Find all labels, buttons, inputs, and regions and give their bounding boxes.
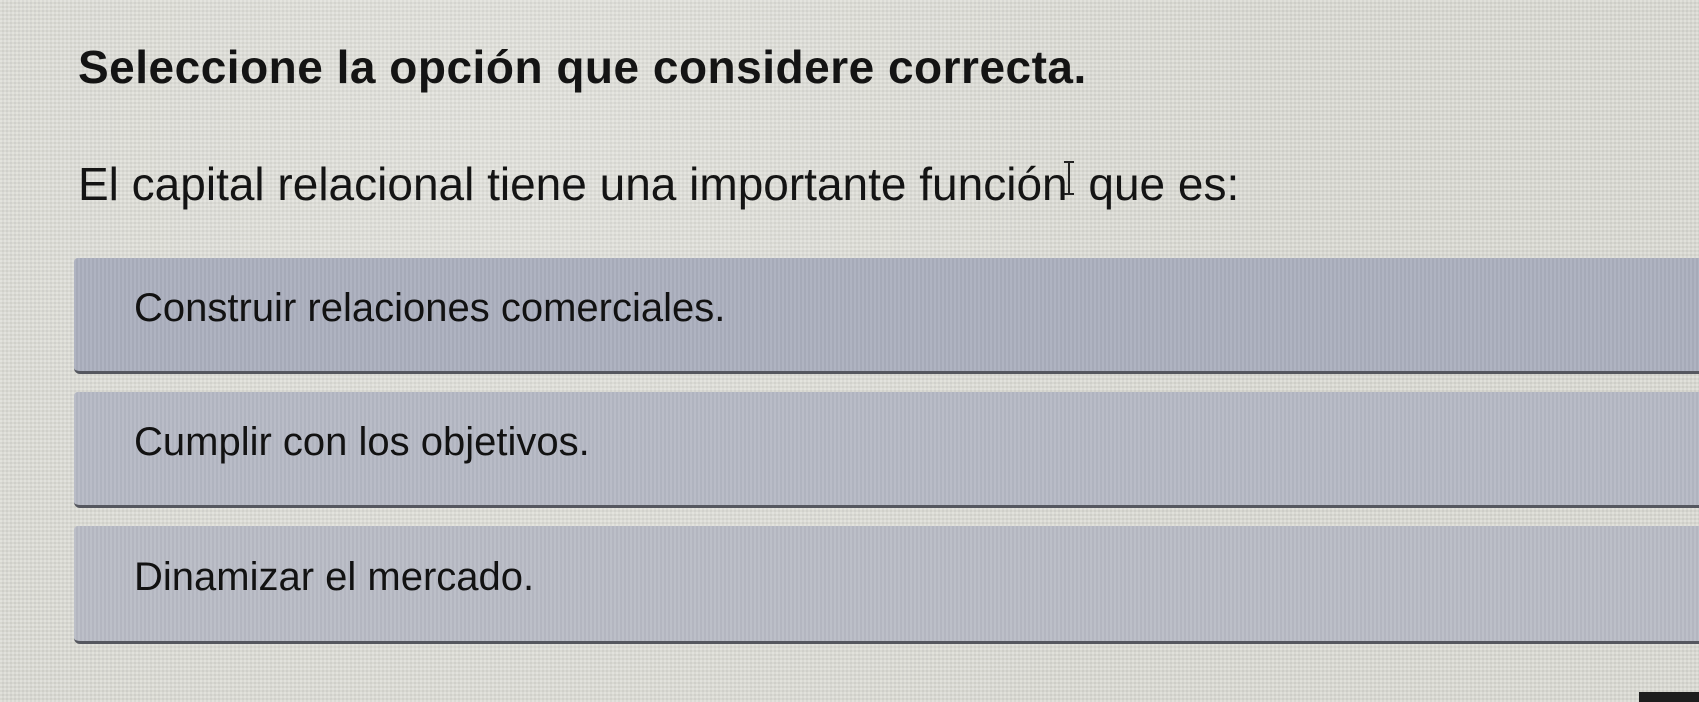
answer-option-1[interactable]: Construir relaciones comerciales. (74, 258, 1699, 374)
answer-option-label: Cumplir con los objetivos. (134, 420, 590, 464)
question-instruction: Seleccione la opción que considere corre… (78, 41, 1087, 93)
answer-option-2[interactable]: Cumplir con los objetivos. (74, 392, 1699, 508)
answer-option-label: Dinamizar el mercado. (134, 555, 535, 599)
answer-option-label: Construir relaciones comerciales. (134, 286, 726, 330)
question-block: Seleccione la opción que considere corre… (78, 40, 1638, 210)
answer-option-3[interactable]: Dinamizar el mercado. (74, 526, 1699, 644)
question-prompt-text-end: que es: (1075, 158, 1240, 210)
question-prompt-text: El capital relacional tiene una importan… (78, 158, 1068, 210)
text-cursor-icon (1063, 160, 1074, 195)
answer-options: Construir relaciones comerciales. Cumpli… (74, 258, 1699, 662)
question-prompt: El capital relacional tiene una importan… (78, 157, 1239, 212)
screen-edge (1639, 692, 1699, 702)
